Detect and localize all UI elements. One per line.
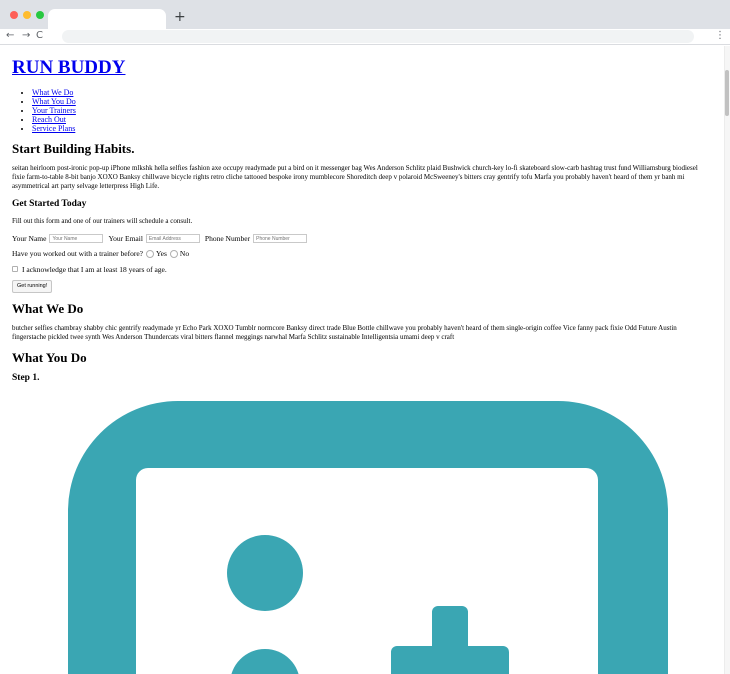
age-ack-label: I acknowledge that I am at least 18 year…	[22, 264, 167, 274]
form-heading: Get Started Today	[12, 199, 87, 209]
yes-label: Yes	[156, 249, 167, 259]
nav-item-what-you-do: What You Do	[32, 97, 708, 106]
yes-radio[interactable]	[146, 249, 154, 258]
main-nav: What We Do What You Do Your Trainers Rea…	[12, 88, 708, 133]
browser-toolbar: ← → C ⋮	[0, 29, 730, 45]
maximize-window-button[interactable]	[36, 11, 44, 19]
no-label: No	[179, 249, 190, 259]
hero-heading: Start Building Habits.	[12, 140, 135, 156]
active-tab[interactable]	[48, 9, 166, 29]
email-label: Your Email	[108, 233, 143, 243]
what-we-do-text: butcher selfies chambray shabby chic gen…	[12, 324, 677, 342]
age-ack-checkbox[interactable]	[12, 266, 18, 273]
submit-row: Get running!	[12, 280, 708, 293]
window-controls	[10, 11, 44, 19]
icon-frame	[68, 401, 668, 674]
back-button[interactable]: ←	[6, 30, 14, 42]
nav-item-your-trainers: Your Trainers	[32, 106, 708, 115]
scrollbar-thumb[interactable]	[725, 70, 729, 116]
what-you-do-heading: What You Do	[12, 350, 87, 366]
browser-window: + ← → C ⋮ RUN BUDDY What We Do What You …	[0, 0, 730, 674]
person-body	[231, 649, 299, 674]
browser-menu-button[interactable]: ⋮	[715, 30, 725, 42]
nav-link-your-trainers[interactable]: Your Trainers	[32, 106, 76, 115]
nav-link-what-you-do[interactable]: What You Do	[32, 97, 76, 106]
close-window-button[interactable]	[10, 11, 18, 19]
site-title-link[interactable]: RUN BUDDY	[12, 57, 125, 78]
submit-button[interactable]: Get running!	[12, 280, 53, 293]
email-input[interactable]	[145, 234, 200, 244]
nav-link-what-we-do[interactable]: What We Do	[32, 88, 73, 97]
no-radio[interactable]	[169, 249, 178, 258]
forward-button[interactable]: →	[22, 30, 30, 42]
what-we-do-heading: What We Do	[12, 300, 84, 316]
nav-item-what-we-do: What We Do	[32, 88, 708, 97]
age-ack-row: I acknowledge that I am at least 18 year…	[12, 265, 708, 274]
site-title: RUN BUDDY	[12, 56, 708, 80]
name-label: Your Name	[12, 233, 47, 243]
tab-bar: +	[0, 0, 730, 29]
contact-fields-row: Your Name Your Email Phone Number	[12, 233, 708, 244]
form-intro: Fill out this form and one of our traine…	[12, 216, 193, 225]
minimize-window-button[interactable]	[23, 11, 31, 19]
add-user-icon	[68, 401, 668, 674]
hero-text: seitan heirloom post-ironic pop-up iPhon…	[12, 164, 698, 190]
step-1-label: Step 1.	[12, 373, 40, 384]
name-input[interactable]	[49, 234, 104, 244]
phone-input[interactable]	[253, 234, 308, 244]
trainer-question-row: Have you worked out with a trainer befor…	[12, 249, 708, 258]
reload-button[interactable]: C	[36, 30, 43, 42]
page-scrollbar[interactable]	[724, 46, 730, 674]
page-content: RUN BUDDY What We Do What You Do Your Tr…	[0, 56, 720, 385]
phone-label: Phone Number	[204, 233, 251, 243]
nav-item-reach-out: Reach Out	[32, 115, 708, 124]
nav-link-service-plans[interactable]: Service Plans	[32, 124, 75, 133]
nav-item-service-plans: Service Plans	[32, 124, 708, 133]
trainer-question-label: Have you worked out with a trainer befor…	[12, 249, 143, 259]
page-viewport: RUN BUDDY What We Do What You Do Your Tr…	[0, 46, 730, 674]
new-tab-button[interactable]: +	[174, 8, 186, 26]
plus-horizontal	[391, 646, 509, 674]
nav-link-reach-out[interactable]: Reach Out	[32, 115, 66, 124]
person-head	[227, 535, 303, 611]
address-bar[interactable]	[62, 30, 694, 43]
